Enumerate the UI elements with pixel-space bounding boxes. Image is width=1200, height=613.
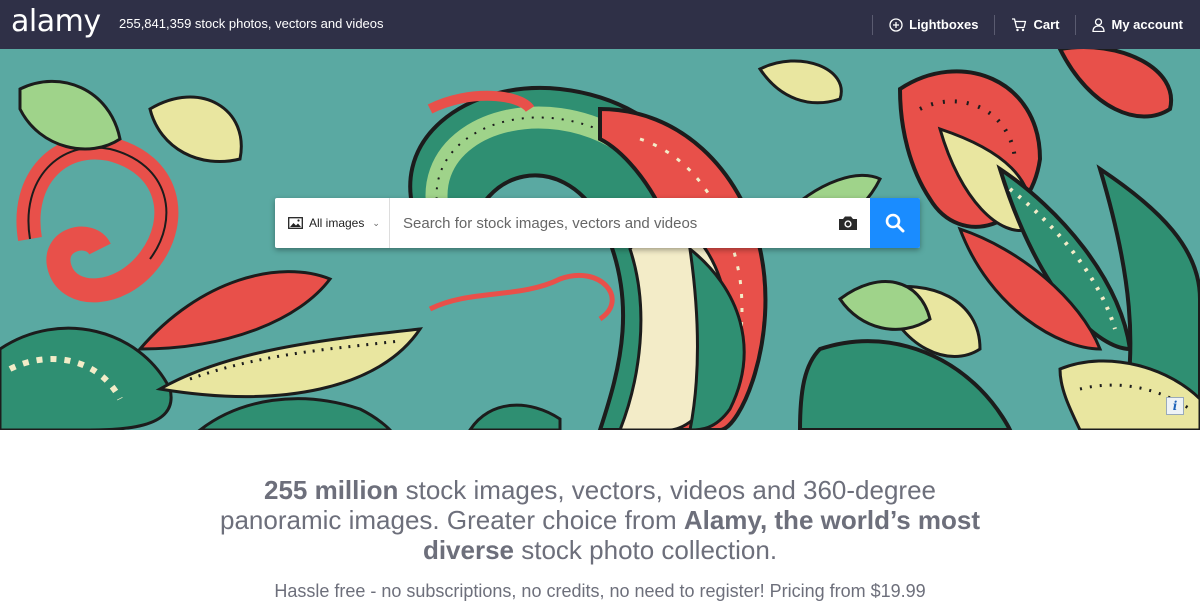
search-button[interactable] [870,198,920,248]
lightboxes-link[interactable]: Lightboxes [873,0,994,49]
search-bar: All images ⌄ [275,198,920,248]
header-nav: Lightboxes Cart My account [872,0,1200,49]
subheadline: Hassle free - no subscriptions, no credi… [274,581,926,601]
cart-link[interactable]: Cart [995,0,1075,49]
plus-circle-icon [889,17,903,32]
header-tagline: 255,841,359 stock photos, vectors and vi… [119,16,384,31]
headline-bold-count: 255 million [263,475,399,505]
camera-icon [839,216,857,230]
camera-search-button[interactable] [826,198,870,248]
search-icon [885,213,905,233]
chevron-down-icon: ⌄ [372,217,380,228]
search-scope-label: All images [309,216,365,230]
headline: 255 million stock images, vectors, video… [200,475,1000,565]
alamy-logo[interactable]: alamy [11,4,101,39]
my-account-label: My account [1111,17,1183,32]
info-icon[interactable]: i [1166,397,1184,415]
lightboxes-label: Lightboxes [909,17,979,32]
user-icon [1092,17,1106,32]
my-account-link[interactable]: My account [1076,0,1200,49]
image-icon [288,217,303,229]
headline-text-end: stock photo collection. [514,535,778,565]
cart-icon [1012,17,1027,31]
search-scope-dropdown[interactable]: All images ⌄ [275,198,390,248]
cart-label: Cart [1033,17,1060,32]
search-input[interactable] [390,198,826,248]
top-bar: alamy 255,841,359 stock photos, vectors … [0,0,1200,49]
